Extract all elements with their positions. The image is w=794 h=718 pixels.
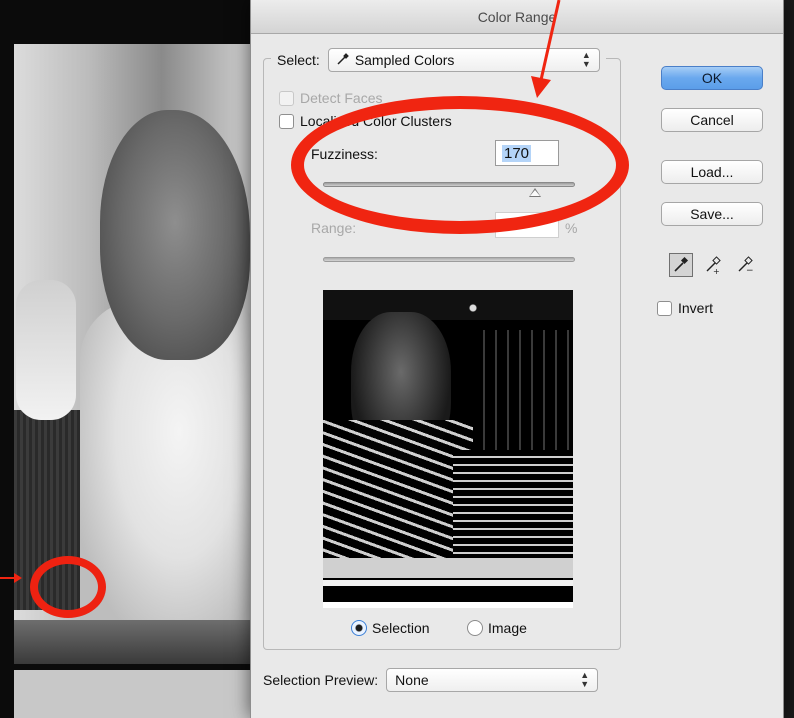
popup-arrows-icon: ▲ ▼: [581, 50, 591, 69]
selection-radio[interactable]: [351, 620, 367, 636]
eyedropper-plus-icon[interactable]: +: [701, 253, 725, 277]
select-value: Sampled Colors: [354, 52, 455, 68]
range-label: Range:: [311, 220, 357, 236]
image-radio-label: Image: [488, 620, 527, 636]
selection-preview-value: None: [395, 672, 429, 688]
popup-arrows-icon: ▲ ▼: [580, 670, 590, 689]
image-radio[interactable]: [467, 620, 483, 636]
eyedropper-icon: [337, 52, 349, 68]
selection-preview-image: [323, 290, 573, 608]
select-popup[interactable]: Sampled Colors ▲ ▼: [327, 48, 600, 72]
invert-row: Invert: [657, 300, 713, 316]
dialog-title[interactable]: Color Range: [251, 0, 783, 34]
annotation-arrow-left: [0, 573, 22, 583]
selection-preview-popup[interactable]: None ▲ ▼: [386, 668, 599, 692]
selection-preview-row: Selection Preview: None ▲ ▼: [263, 668, 599, 692]
image-radio-row[interactable]: Image: [467, 620, 527, 636]
select-row: Select: Sampled Colors ▲ ▼: [271, 46, 606, 74]
ok-button[interactable]: OK: [661, 66, 763, 90]
background-photo: [0, 0, 260, 718]
select-label: Select:: [277, 52, 320, 68]
load-button[interactable]: Load...: [661, 160, 763, 184]
cancel-button[interactable]: Cancel: [661, 108, 763, 132]
detect-faces-row: Detect Faces: [279, 90, 382, 106]
annotation-ellipse: [291, 96, 629, 234]
range-slider[interactable]: [323, 257, 575, 262]
figure-arm: [16, 280, 76, 420]
save-button[interactable]: Save...: [661, 202, 763, 226]
color-range-dialog: Color Range Select: Sampled Colors ▲ ▼ De…: [250, 0, 784, 718]
selection-radio-row[interactable]: Selection: [351, 620, 430, 636]
invert-checkbox[interactable]: [657, 300, 672, 316]
annotation-circle: [30, 556, 106, 618]
counter-strip: [14, 670, 260, 718]
detect-faces-label: Detect Faces: [300, 90, 383, 106]
range-unit: %: [565, 220, 578, 236]
eyedropper-minus-icon[interactable]: −: [733, 253, 757, 277]
invert-label: Invert: [678, 300, 714, 316]
stove-strip: [14, 620, 260, 664]
selection-preview-label: Selection Preview:: [263, 672, 379, 688]
svg-text:−: −: [746, 266, 754, 274]
localized-clusters-checkbox[interactable]: [279, 113, 294, 129]
selection-radio-label: Selection: [372, 620, 430, 636]
svg-text:+: +: [713, 267, 720, 274]
eyedropper-icon[interactable]: [669, 253, 693, 277]
range-row: Range:: [311, 220, 356, 236]
detect-faces-checkbox[interactable]: [279, 90, 294, 106]
boar-head: [100, 110, 250, 360]
